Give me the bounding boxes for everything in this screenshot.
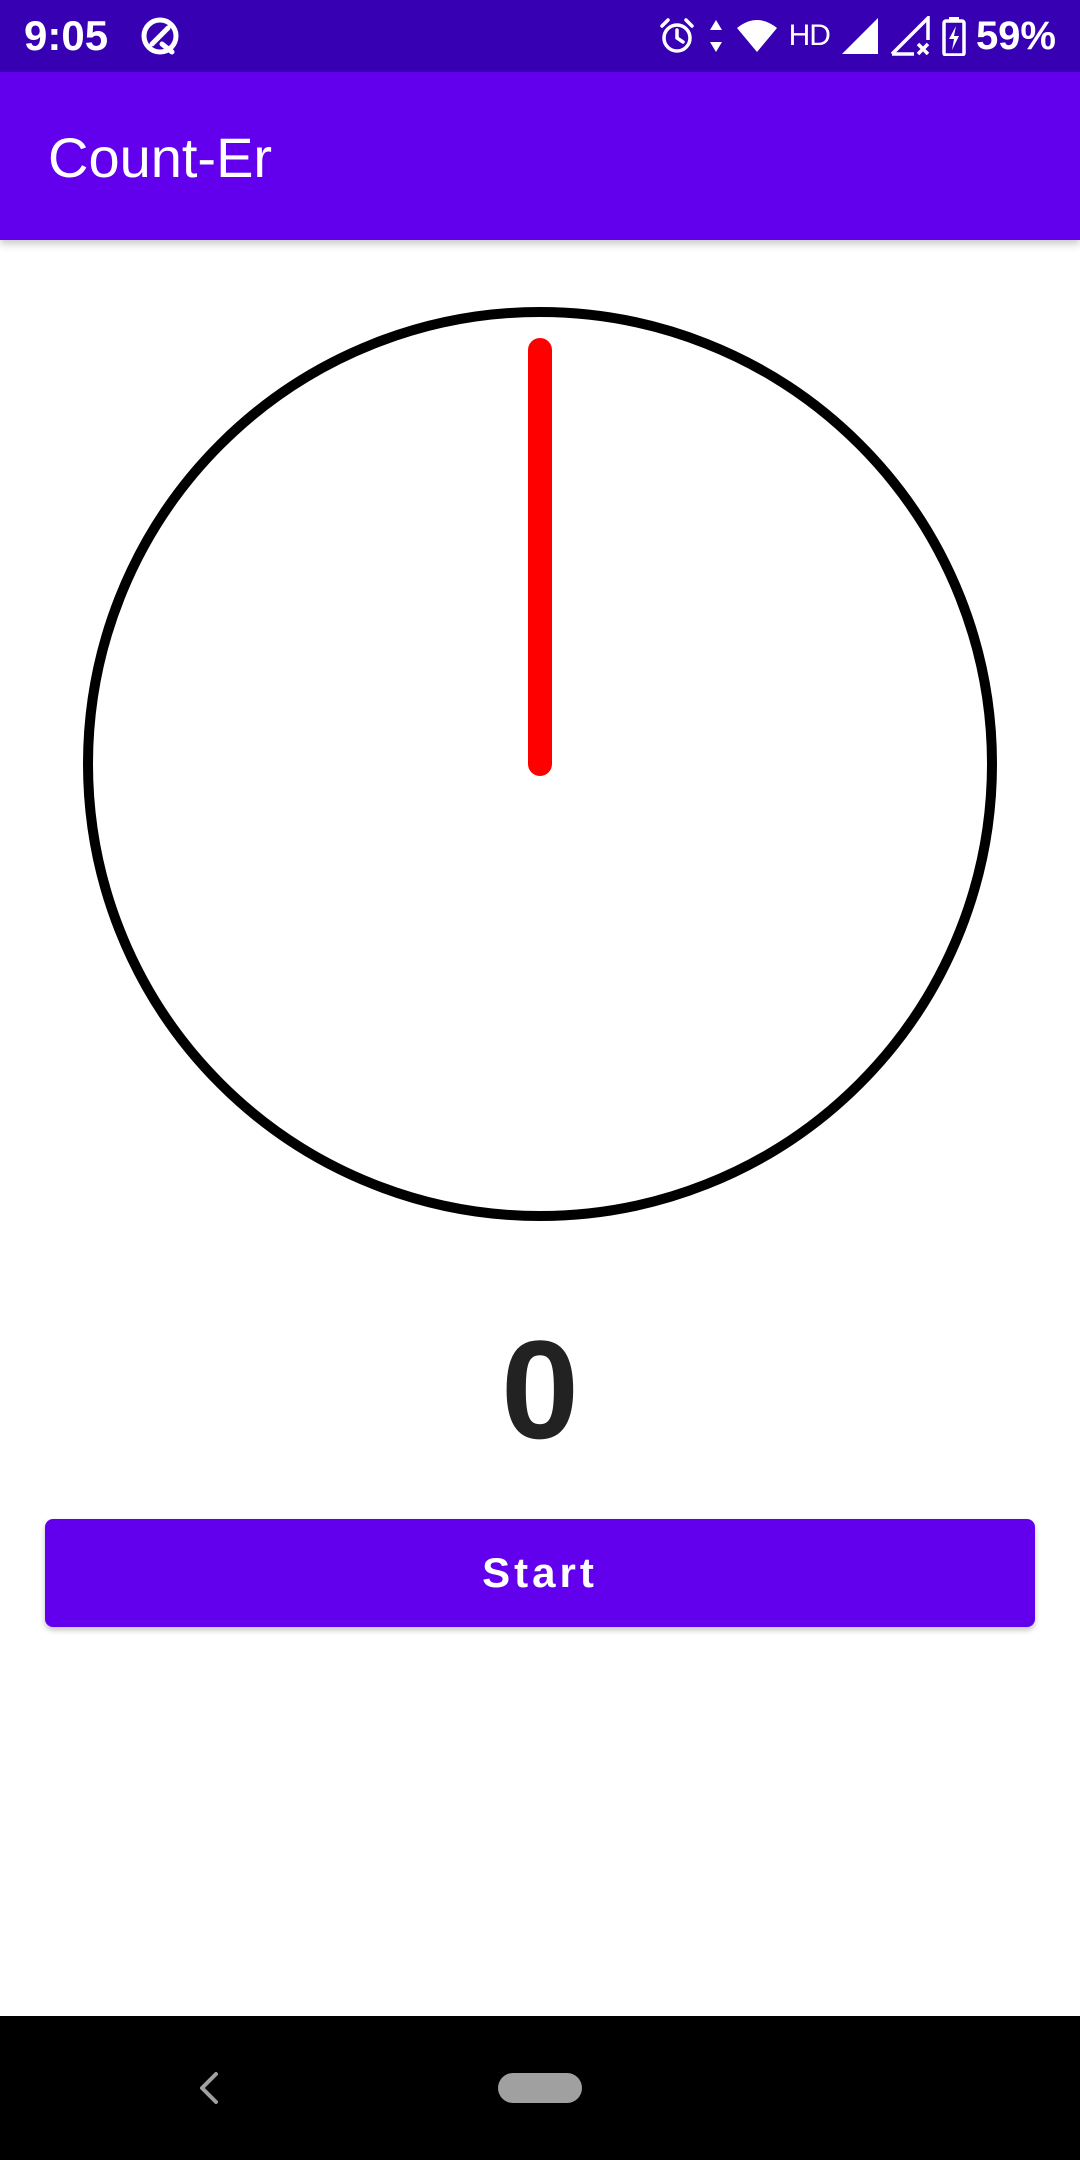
signal-no-data-icon: [890, 16, 932, 56]
app-notification-icon: [138, 14, 182, 58]
dial-graphic: [83, 307, 997, 1221]
alarm-icon: [657, 16, 697, 56]
navigation-bar: [0, 2016, 1080, 2160]
start-button[interactable]: Start: [45, 1519, 1035, 1627]
dial: [80, 304, 1000, 1224]
app-title: Count-Er: [48, 126, 273, 189]
app-bar: Count-Er: [0, 72, 1080, 240]
back-icon[interactable]: [190, 2068, 230, 2108]
status-bar: 9:05 HD 59%: [0, 0, 1080, 72]
network-type-label: HD: [788, 19, 831, 52]
home-pill-button[interactable]: [498, 2073, 582, 2103]
battery-charging-icon: [942, 16, 966, 56]
battery-percent: 59%: [975, 13, 1056, 58]
status-icons: HD 59%: [657, 10, 1056, 62]
app-screen: 9:05 HD 59% Count-Er 0 Start: [0, 0, 1080, 2160]
status-time: 9:05: [24, 12, 109, 59]
wifi-icon: [735, 16, 779, 56]
data-arrows-icon: [707, 16, 725, 56]
signal-icon: [840, 16, 880, 56]
counter-value: 0: [501, 1311, 579, 1468]
